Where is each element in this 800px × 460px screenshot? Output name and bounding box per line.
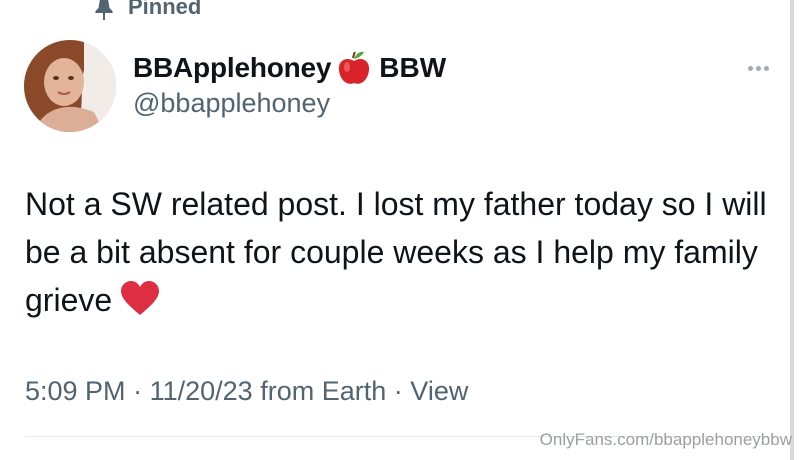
avatar[interactable] bbox=[24, 40, 116, 132]
pin-icon bbox=[94, 0, 114, 20]
pinned-indicator: Pinned bbox=[94, 0, 201, 22]
author-display-name[interactable]: BBApplehoney bbox=[133, 52, 331, 84]
tweet-date[interactable]: 11/20/23 bbox=[150, 376, 253, 406]
red-heart-icon bbox=[120, 281, 160, 317]
tweet-time[interactable]: 5:09 PM bbox=[25, 376, 126, 406]
more-options-button[interactable] bbox=[740, 56, 776, 80]
watermark: OnlyFans.com/bbapplehoneybbw bbox=[539, 430, 792, 449]
author-name-row[interactable]: BBApplehoney BBW bbox=[133, 50, 446, 86]
views-link[interactable]: View bbox=[410, 376, 468, 406]
tweet-body: Not a SW related post. I lost my father … bbox=[25, 180, 785, 324]
red-apple-icon bbox=[337, 50, 371, 86]
more-options-icon bbox=[747, 65, 753, 71]
tweet-meta: 5:09 PM · 11/20/23 from Earth · View bbox=[25, 376, 468, 407]
tweet-location: from Earth bbox=[260, 376, 387, 406]
meta-separator: · bbox=[393, 376, 403, 406]
author-handle[interactable]: @bbapplehoney bbox=[133, 88, 330, 119]
meta-separator: · bbox=[133, 376, 143, 406]
author-name-suffix: BBW bbox=[379, 52, 447, 83]
scrollbar[interactable] bbox=[790, 0, 794, 460]
pinned-label: Pinned bbox=[128, 0, 202, 19]
